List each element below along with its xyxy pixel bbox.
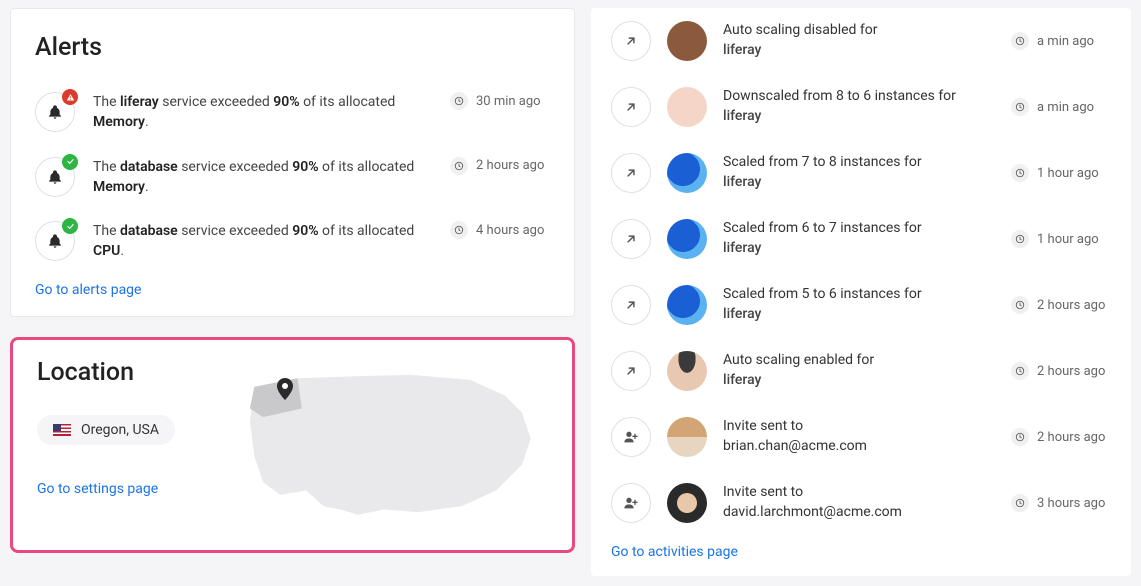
alert-row: The database service exceeded 90% of its…	[35, 209, 550, 274]
activity-text: Auto scaling enabled forliferay	[723, 351, 995, 390]
us-flag-icon	[53, 424, 71, 436]
activity-text: Scaled from 6 to 7 instances forliferay	[723, 219, 995, 258]
arrow-ne-icon	[611, 219, 651, 259]
location-title: Location	[37, 358, 217, 387]
bell-icon	[35, 92, 75, 132]
map-pin-icon	[277, 378, 293, 400]
activity-time: 3 hours ago	[1011, 494, 1111, 512]
arrow-ne-icon	[611, 153, 651, 193]
success-badge-icon	[62, 218, 78, 234]
avatar	[667, 483, 707, 523]
activity-text: Scaled from 5 to 6 instances forliferay	[723, 285, 995, 324]
activity-row: Invite sent todavid.larchmont@acme.com 3 …	[611, 470, 1111, 536]
clock-icon	[1011, 98, 1029, 116]
activity-time: a min ago	[1011, 32, 1111, 50]
avatar	[667, 21, 707, 61]
avatar	[667, 351, 707, 391]
activity-row: Downscaled from 8 to 6 instances forlife…	[611, 74, 1111, 140]
activity-time: 2 hours ago	[1011, 428, 1111, 446]
warning-badge-icon	[62, 89, 78, 105]
alert-time: 2 hours ago	[450, 157, 550, 175]
clock-icon	[1011, 494, 1029, 512]
clock-icon	[1011, 164, 1029, 182]
activity-text: Invite sent todavid.larchmont@acme.com	[723, 483, 995, 522]
alert-time: 4 hours ago	[450, 221, 550, 239]
arrow-ne-icon	[611, 21, 651, 61]
user-plus-icon	[611, 417, 651, 457]
activity-row: Scaled from 7 to 8 instances forliferay 1…	[611, 140, 1111, 206]
arrow-ne-icon	[611, 285, 651, 325]
alert-text: The liferay service exceeded 90% of its …	[93, 92, 432, 133]
bell-icon	[35, 157, 75, 197]
clock-icon	[1011, 362, 1029, 380]
activities-link[interactable]: Go to activities page	[611, 544, 738, 560]
alert-row: The liferay service exceeded 90% of its …	[35, 80, 550, 145]
avatar	[667, 87, 707, 127]
activity-time: 2 hours ago	[1011, 362, 1111, 380]
avatar	[667, 153, 707, 193]
activity-text: Downscaled from 8 to 6 instances forlife…	[723, 87, 995, 126]
location-label: Oregon, USA	[81, 422, 159, 438]
activities-panel: Auto scaling disabled forliferay a min ag…	[591, 8, 1131, 576]
success-badge-icon	[62, 154, 78, 170]
arrow-ne-icon	[611, 351, 651, 391]
activity-time: a min ago	[1011, 98, 1111, 116]
avatar	[667, 285, 707, 325]
activity-row: Scaled from 5 to 6 instances forliferay 2…	[611, 272, 1111, 338]
alert-row: The database service exceeded 90% of its…	[35, 145, 550, 210]
location-card: Location Oregon, USA Go to settings page	[10, 337, 575, 553]
user-plus-icon	[611, 483, 651, 523]
clock-icon	[1011, 32, 1029, 50]
clock-icon	[1011, 428, 1029, 446]
bell-icon	[35, 221, 75, 261]
activity-row: Auto scaling enabled forliferay 2 hours a…	[611, 338, 1111, 404]
clock-icon	[450, 221, 468, 239]
avatar	[667, 219, 707, 259]
alerts-link[interactable]: Go to alerts page	[35, 282, 141, 298]
activity-text: Scaled from 7 to 8 instances forliferay	[723, 153, 995, 192]
activity-time: 1 hour ago	[1011, 230, 1111, 248]
avatar	[667, 417, 707, 457]
settings-link[interactable]: Go to settings page	[37, 481, 158, 497]
alert-text: The database service exceeded 90% of its…	[93, 221, 432, 262]
activity-time: 1 hour ago	[1011, 164, 1111, 182]
clock-icon	[1011, 230, 1029, 248]
activity-time: 2 hours ago	[1011, 296, 1111, 314]
activity-text: Invite sent tobrian.chan@acme.com	[723, 417, 995, 456]
clock-icon	[450, 157, 468, 175]
arrow-ne-icon	[611, 87, 651, 127]
activity-row: Scaled from 6 to 7 instances forliferay 1…	[611, 206, 1111, 272]
clock-icon	[450, 92, 468, 110]
alerts-card: Alerts The liferay service exceeded 90% …	[10, 8, 575, 317]
alert-time: 30 min ago	[450, 92, 550, 110]
clock-icon	[1011, 296, 1029, 314]
alert-text: The database service exceeded 90% of its…	[93, 157, 432, 198]
activity-text: Auto scaling disabled forliferay	[723, 21, 995, 60]
activity-row: Auto scaling disabled forliferay a min ag…	[611, 8, 1111, 74]
location-badge: Oregon, USA	[37, 415, 175, 445]
us-map	[237, 358, 548, 532]
alerts-title: Alerts	[35, 33, 550, 62]
activity-row: Invite sent tobrian.chan@acme.com 2 hours…	[611, 404, 1111, 470]
